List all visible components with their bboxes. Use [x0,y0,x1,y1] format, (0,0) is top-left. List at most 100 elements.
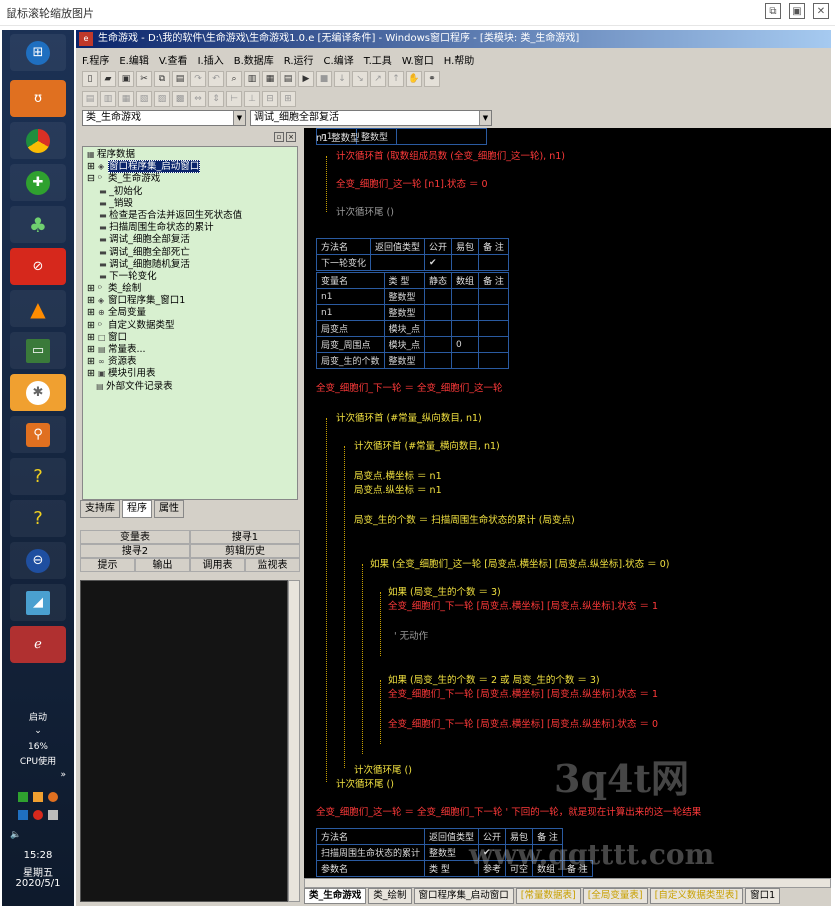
tree-expander[interactable]: ⊞ [87,344,98,355]
tree-expander[interactable]: ⊞ [87,161,98,172]
code-line[interactable]: 局变_生的个数 ＝ 扫描周围生命状态的累计 (局变点) [354,512,575,526]
tray-lock-icon[interactable] [18,810,28,820]
code-line[interactable]: 局变点.纵坐标 ＝ n1 [354,482,442,496]
menu-edit[interactable]: E.编辑 [119,52,149,67]
table-cell[interactable]: 模块_点 [383,336,426,353]
tab-properties[interactable]: 属性 [154,500,184,518]
center-h-icon[interactable]: ⊟ [262,91,278,107]
code-line[interactable]: 全变_细胞们_下一轮 [局变点.横坐标] [局变点.纵坐标].状态 ＝ 1 [388,598,658,612]
e-language-icon[interactable]: ℯ [10,626,66,663]
table-cell[interactable]: 扫描周围生命状态的累计 [315,844,426,861]
menu-program[interactable]: F.程序 [82,52,109,67]
class-selector[interactable]: 类_生命游戏 ▼ [82,110,246,126]
menu-view[interactable]: V.查看 [159,52,188,67]
code-line[interactable]: 如果 (全变_细胞们_这一轮 [局变点.横坐标] [局变点.纵坐标].状态 ＝ … [370,556,669,570]
tree-item[interactable]: ▬ 扫描周围生命状态的累计 [87,222,293,234]
tree-expander[interactable] [87,186,99,197]
table-cell[interactable] [451,304,480,321]
document-tab[interactable]: [自定义数据类型表] [649,888,744,904]
table-cell[interactable]: 模块_点 [383,320,426,337]
breakpoint-icon[interactable]: ✋ [406,71,422,87]
output-area[interactable] [80,580,288,902]
code-line[interactable]: 全变_细胞们_这一轮 [n1].状态 ＝ 0 [336,176,488,190]
monitor-app-icon[interactable]: ▭ [10,332,66,369]
table-cell[interactable] [424,320,453,337]
layout-icon[interactable]: ▤ [280,71,296,87]
tree-item[interactable]: ⊞ ◈ 窗口程序集_启动窗口 [87,160,293,174]
pin-icon[interactable]: ▫ [274,132,284,142]
table-cell[interactable]: 局变_周围点 [316,336,385,353]
same-width-icon[interactable]: ⇔ [190,91,206,107]
tree-item[interactable]: ⊞ ᴰ 类_绘制 [87,283,293,295]
menu-run[interactable]: R.运行 [284,52,314,67]
help-icon-2[interactable]: ? [10,500,66,537]
stop-icon[interactable]: ■ [316,71,332,87]
align-center-icon[interactable]: ▥ [100,91,116,107]
chevron-down-icon[interactable]: ▼ [233,111,245,125]
chevron-down-icon[interactable]: ▼ [479,111,491,125]
table-cell[interactable] [451,352,480,369]
code-line[interactable]: 局变点.横坐标 ＝ n1 [354,468,442,482]
360-icon[interactable]: ✚ [10,164,66,201]
table-row[interactable]: 局变点 模块_点 [316,320,509,337]
table-cell[interactable]: n1 [316,288,385,305]
tray-orange-icon[interactable] [33,792,43,802]
table-cell[interactable] [424,288,453,305]
tree-item[interactable]: ⊞ ▤ 常量表... [87,344,293,356]
code-line[interactable]: 如果 (局变_生的个数 ＝ 2 或 局变_生的个数 ＝ 3) [388,672,600,686]
tree-expander[interactable] [87,247,99,258]
search-app-icon[interactable]: ⚲ [10,416,66,453]
output-scrollbar[interactable] [288,580,300,902]
table-cell[interactable] [478,304,509,321]
tree-item[interactable]: ⊞ ∞ 资源表 [87,356,293,368]
new-file-icon[interactable]: ▯ [82,71,98,87]
center-v-icon[interactable]: ⊞ [280,91,296,107]
tree-expander[interactable] [87,234,99,245]
table-cell[interactable]: 0 [451,336,480,353]
table-cell[interactable] [424,352,453,369]
help-icon[interactable]: ? [10,458,66,495]
tree-expander[interactable]: ⊞ [87,332,98,343]
tree-expander[interactable] [87,271,99,282]
menu-tools[interactable]: T.工具 [364,52,392,67]
tree-expander[interactable]: ⊟ [87,173,98,184]
tree-item[interactable]: ▬ _初始化 [87,186,293,198]
document-tab[interactable]: [全局变量表] [582,888,648,904]
step-over-icon[interactable]: ↗ [370,71,386,87]
close-icon[interactable]: ✕ [813,3,829,19]
tree-expander[interactable]: ⊞ [87,368,98,379]
tab-search2[interactable]: 搜寻2 [80,544,190,558]
tree-item[interactable]: ▬ 检查是否合法并返回生死状态值 [87,210,293,222]
tree-item[interactable]: ⊞ □ 窗口 [87,332,293,344]
document-tab[interactable]: 窗口1 [745,888,781,904]
cut-icon[interactable]: ✂ [136,71,152,87]
code-line[interactable]: 计次循环首 (#常量_纵向数目, n1) [336,410,482,424]
tab-variables[interactable]: 变量表 [80,530,190,544]
document-tab[interactable]: 类_绘制 [368,888,412,904]
tab-hint[interactable]: 提示 [80,558,135,572]
table-row[interactable]: 局变_周围点 模块_点 0 [316,336,509,353]
uc-browser-icon[interactable]: ʊ [10,80,66,117]
tree-item[interactable]: ⊞ ▣ 模块引用表 [87,368,293,380]
h-space-icon[interactable]: ⊢ [226,91,242,107]
code-line[interactable]: 计次循环尾 () [336,204,394,218]
notebook-app-icon[interactable]: ◢ [10,584,66,621]
menu-window[interactable]: W.窗口 [402,52,434,67]
document-tab[interactable]: 类_生命游戏 [304,888,367,904]
tree-item[interactable]: ⊞ ᴰ 自定义数据类型 [87,320,293,332]
document-tab[interactable]: [常量数据表] [515,888,581,904]
tree-expander[interactable] [87,259,99,270]
close-icon[interactable]: × [286,132,296,142]
undo-icon[interactable]: ↶ [208,71,224,87]
tab-support-library[interactable]: 支持库 [80,500,120,518]
maximize-icon[interactable]: ▣ [789,3,805,19]
menu-database[interactable]: B.数据库 [234,52,274,67]
code-line[interactable]: 计次循环尾 () [336,776,394,790]
code-line[interactable]: ' 无动作 [394,628,428,642]
tray-overflow-icon[interactable]: » [2,770,74,780]
tree-item[interactable]: ▬ 调试_细胞随机复活 [87,259,293,271]
find-icon[interactable]: ⌕ [226,71,242,87]
copy-icon[interactable]: ⧉ [154,71,170,87]
tree-item[interactable]: ▬ 下一轮变化 [87,271,293,283]
table-cell[interactable] [451,254,480,271]
